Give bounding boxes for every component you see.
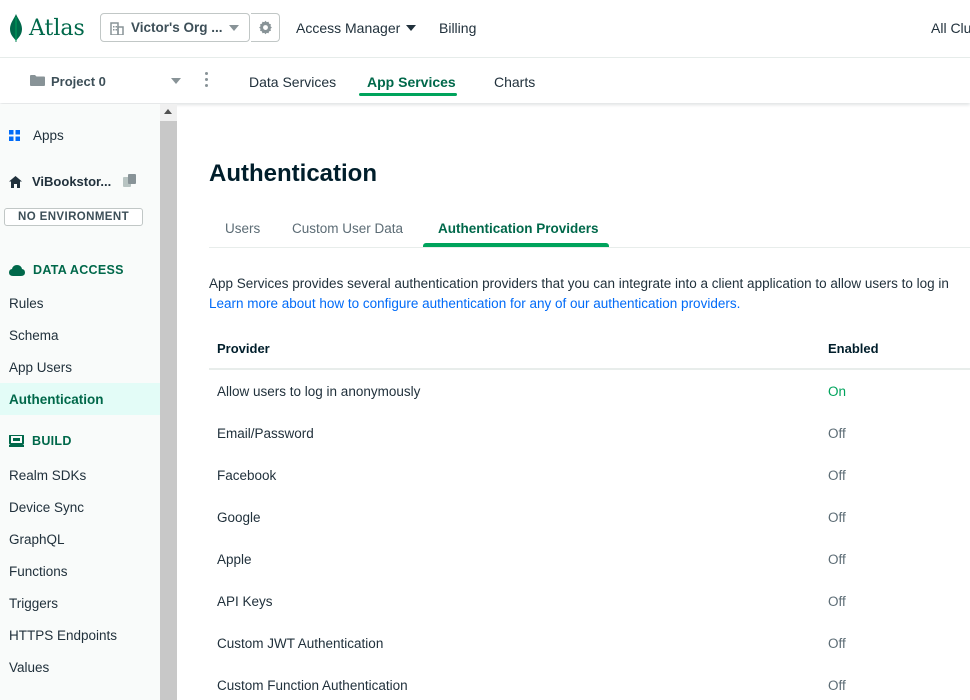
provider-status: Off: [828, 510, 846, 525]
copy-app-id-icon[interactable]: [122, 174, 138, 188]
tab-custom-user-data[interactable]: Custom User Data: [292, 221, 403, 236]
provider-name: Email/Password: [217, 426, 314, 441]
sidebar-item-realm-sdks[interactable]: Realm SDKs: [9, 468, 86, 483]
organization-name: Victor's Org ...: [131, 20, 223, 35]
data-access-section-title: DATA ACCESS: [9, 263, 124, 277]
provider-name: Custom JWT Authentication: [217, 636, 384, 651]
build-section-title: BUILD: [9, 434, 72, 448]
organization-select[interactable]: Victor's Org ...: [100, 13, 250, 42]
chevron-down-icon[interactable]: [171, 78, 181, 84]
providers-table-header: Provider Enabled: [209, 334, 970, 370]
providers-description: App Services provides several authentica…: [209, 274, 949, 314]
billing-link[interactable]: Billing: [439, 20, 476, 36]
sidebar-item-values[interactable]: Values: [9, 660, 49, 675]
sidebar-app-name[interactable]: ViBookstor...: [9, 174, 111, 189]
build-title: BUILD: [32, 434, 72, 448]
chevron-down-icon: [229, 25, 239, 31]
sidebar-item-functions[interactable]: Functions: [9, 564, 68, 579]
project-more-options-icon[interactable]: [203, 72, 209, 90]
description-text: App Services provides several authentica…: [209, 276, 949, 291]
authentication-tabs: Users Custom User Data Authentication Pr…: [209, 210, 970, 248]
provider-name: Allow users to log in anonymously: [217, 384, 421, 399]
access-manager-menu[interactable]: Access Manager: [296, 20, 400, 36]
sidebar-item-https-endpoints[interactable]: HTTPS Endpoints: [9, 628, 117, 643]
environment-badge: NO ENVIRONMENT: [4, 208, 143, 226]
provider-name: API Keys: [217, 594, 273, 609]
data-access-title: DATA ACCESS: [33, 263, 124, 277]
table-row[interactable]: Facebook Off: [209, 454, 970, 496]
sidebar-scrollbar[interactable]: [160, 104, 177, 700]
provider-status: Off: [828, 552, 846, 567]
organization-settings-button[interactable]: [251, 13, 280, 42]
provider-name: Google: [217, 510, 261, 525]
table-row[interactable]: Apple Off: [209, 538, 970, 580]
active-tab-indicator: [423, 243, 609, 247]
app-name-label: ViBookstor...: [32, 174, 112, 189]
tab-data-services[interactable]: Data Services: [249, 74, 336, 90]
table-row[interactable]: Allow users to log in anonymously On: [209, 370, 970, 412]
top-navigation-bar: Atlas Victor's Org ... Access Manager Bi…: [0, 0, 970, 58]
sidebar-item-schema[interactable]: Schema: [9, 328, 59, 343]
apps-grid-icon: [9, 130, 20, 141]
sidebar-item-apps[interactable]: Apps: [9, 128, 64, 143]
tab-authentication-providers[interactable]: Authentication Providers: [438, 221, 599, 236]
sidebar-item-rules[interactable]: Rules: [9, 296, 44, 311]
table-row[interactable]: Google Off: [209, 496, 970, 538]
access-manager-chevron-icon: [406, 25, 416, 31]
provider-status: Off: [828, 678, 846, 693]
sidebar-item-graphql[interactable]: GraphQL: [9, 532, 65, 547]
building-icon: [110, 21, 124, 35]
column-header-provider[interactable]: Provider: [217, 341, 270, 356]
sidebar-item-authentication[interactable]: Authentication: [9, 392, 104, 407]
scrollbar-up-button[interactable]: [160, 104, 177, 121]
sidebar-item-device-sync[interactable]: Device Sync: [9, 500, 84, 515]
provider-status: Off: [828, 636, 846, 651]
sidebar-item-triggers[interactable]: Triggers: [9, 596, 58, 611]
provider-name: Apple: [217, 552, 252, 567]
tab-charts[interactable]: Charts: [494, 74, 535, 90]
provider-status: Off: [828, 594, 846, 609]
gear-icon: [258, 20, 272, 35]
provider-status: On: [828, 384, 847, 399]
provider-status: Off: [828, 468, 846, 483]
project-navigation-bar: Project 0 Data Services App Services Cha…: [0, 58, 970, 103]
tab-users[interactable]: Users: [225, 221, 260, 236]
project-select[interactable]: Project 0: [51, 74, 106, 89]
folder-icon: [30, 75, 45, 86]
page-title: Authentication: [209, 160, 377, 187]
provider-name: Custom Function Authentication: [217, 678, 408, 693]
mongodb-leaf-icon: [10, 14, 22, 42]
home-icon: [9, 175, 22, 188]
provider-name: Facebook: [217, 468, 277, 483]
cloud-icon: [9, 264, 25, 276]
sidebar-item-app-users[interactable]: App Users: [9, 360, 72, 375]
provider-status: Off: [828, 426, 846, 441]
atlas-logo[interactable]: Atlas: [9, 12, 85, 44]
table-row[interactable]: Email/Password Off: [209, 412, 970, 454]
column-header-enabled[interactable]: Enabled: [828, 341, 879, 356]
all-clusters-link[interactable]: All Clu: [931, 20, 970, 36]
sidebar-item-label: Apps: [33, 128, 64, 143]
active-tab-indicator: [359, 93, 457, 96]
brand-name: Atlas: [29, 15, 85, 41]
table-row[interactable]: Custom Function Authentication Off: [209, 658, 970, 700]
build-icon: [9, 435, 24, 447]
arrow-up-icon: [164, 109, 172, 114]
tab-app-services[interactable]: App Services: [367, 74, 456, 90]
learn-more-link[interactable]: Learn more about how to configure authen…: [209, 296, 740, 311]
sidebar: Apps ViBookstor... NO ENVIRONMENT DATA A…: [0, 104, 160, 700]
table-row[interactable]: API Keys Off: [209, 580, 970, 622]
